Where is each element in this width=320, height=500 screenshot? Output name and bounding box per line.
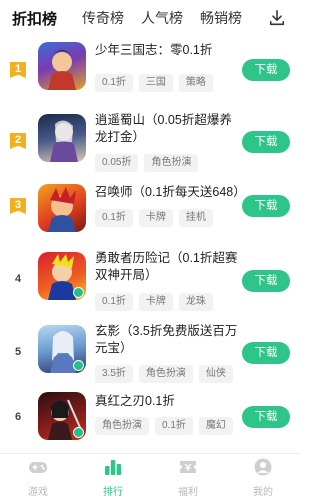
list-item[interactable]: 2 逍遥蜀山（0.05折超爆养龙打金） 0.05折 角色扮演 下载	[0, 108, 300, 178]
rank-medal: 1	[10, 62, 26, 78]
game-icon[interactable]	[38, 325, 86, 373]
download-button[interactable]: 下载	[242, 342, 290, 364]
game-icon[interactable]	[38, 42, 86, 90]
ranking-icon	[105, 460, 122, 475]
tab-discount[interactable]: 折扣榜	[12, 8, 57, 31]
tag: 0.1折	[95, 293, 133, 311]
tag-list: 0.05折 角色扮演	[95, 154, 199, 172]
rank-number: 4	[14, 273, 22, 285]
tag: 3.5折	[95, 365, 133, 383]
game-title[interactable]: 少年三国志：零0.1折	[95, 42, 240, 59]
list-item[interactable]: 5 玄影（3.5折免费版送百万元宝） 3.5折 角色扮演 仙侠 下载	[0, 319, 300, 389]
nav-label: 游戏	[28, 487, 48, 498]
game-title[interactable]: 勇敢者历险记（0.1折超赛双神开局）	[95, 250, 240, 284]
ranking-list: 1 少年三国志：零0.1折 0.1折 三国 策略 下载 2 逍遥蜀山（0.05折…	[0, 34, 300, 453]
tag-list: 0.1折 三国 策略	[95, 74, 213, 92]
game-title[interactable]: 召唤师（0.1折每天送648）	[95, 184, 246, 201]
tag-list: 0.1折 卡牌 龙珠	[95, 293, 213, 311]
rank-number: 6	[14, 411, 22, 423]
download-button[interactable]: 下载	[242, 270, 290, 292]
list-item[interactable]: 4 勇敢者历险记（0.1折超赛双神开局） 0.1折 卡牌 龙珠 下载	[0, 246, 300, 316]
tag: 卡牌	[138, 293, 173, 311]
tag-list: 0.1折 卡牌 挂机	[95, 209, 213, 227]
gamepad-icon	[29, 462, 47, 473]
nav-profile[interactable]: 我的	[238, 458, 288, 498]
tag: 仙侠	[198, 365, 233, 383]
tag-list: 角色扮演 0.1折 魔幻	[95, 417, 233, 435]
game-icon[interactable]	[38, 252, 86, 300]
tag: 策略	[178, 74, 213, 92]
tag-list: 3.5折 角色扮演 仙侠	[95, 365, 233, 383]
tag: 龙珠	[178, 293, 213, 311]
nav-games[interactable]: 游戏	[13, 458, 63, 498]
rank-medal: 2	[10, 133, 26, 149]
game-icon[interactable]	[38, 184, 86, 232]
tag: 0.1折	[95, 74, 133, 92]
tab-legend[interactable]: 传奇榜	[82, 8, 124, 28]
nav-label: 福利	[178, 487, 198, 498]
nav-welfare[interactable]: 福利	[163, 458, 213, 498]
game-title[interactable]: 逍遥蜀山（0.05折超爆养龙打金）	[95, 112, 240, 146]
download-button[interactable]: 下载	[242, 59, 290, 81]
tag: 0.1折	[95, 209, 133, 227]
game-title[interactable]: 真红之刃0.1折	[95, 393, 240, 410]
verified-badge-icon	[73, 427, 84, 438]
tag: 0.1折	[155, 417, 193, 435]
tag: 卡牌	[138, 209, 173, 227]
download-icon[interactable]	[268, 9, 286, 27]
list-item[interactable]: 6 真红之刃0.1折 角色扮演 0.1折 魔幻 下载	[0, 389, 300, 459]
gift-ticket-icon	[180, 461, 196, 473]
download-button[interactable]: 下载	[242, 406, 290, 428]
tag: 0.05折	[95, 154, 139, 172]
tab-bestseller[interactable]: 畅销榜	[200, 8, 242, 28]
rank-medal: 3	[10, 198, 26, 214]
top-tab-bar: 折扣榜 传奇榜 人气榜 畅销榜	[0, 0, 300, 34]
list-item[interactable]: 3 召唤师（0.1折每天送648） 0.1折 卡牌 挂机 下载	[0, 180, 300, 250]
download-button[interactable]: 下载	[242, 195, 290, 217]
tag: 魔幻	[198, 417, 233, 435]
nav-ranking[interactable]: 排行	[88, 458, 138, 498]
tag: 角色扮演	[144, 154, 199, 172]
game-title[interactable]: 玄影（3.5折免费版送百万元宝）	[95, 323, 240, 357]
game-icon[interactable]	[38, 392, 86, 440]
user-icon	[254, 458, 272, 476]
tag: 挂机	[178, 209, 213, 227]
tag: 三国	[138, 74, 173, 92]
verified-badge-icon	[73, 287, 84, 298]
bottom-navigation: 游戏 排行 福利 我的	[0, 453, 300, 500]
verified-badge-icon	[73, 360, 84, 371]
rank-number: 5	[14, 346, 22, 358]
tag: 角色扮演	[138, 365, 193, 383]
tag: 角色扮演	[95, 417, 149, 435]
nav-label: 排行	[103, 487, 123, 498]
list-item[interactable]: 1 少年三国志：零0.1折 0.1折 三国 策略 下载	[0, 38, 300, 108]
tab-popular[interactable]: 人气榜	[141, 8, 183, 28]
nav-label: 我的	[253, 487, 273, 498]
game-icon[interactable]	[38, 114, 86, 162]
download-button[interactable]: 下载	[242, 131, 290, 153]
